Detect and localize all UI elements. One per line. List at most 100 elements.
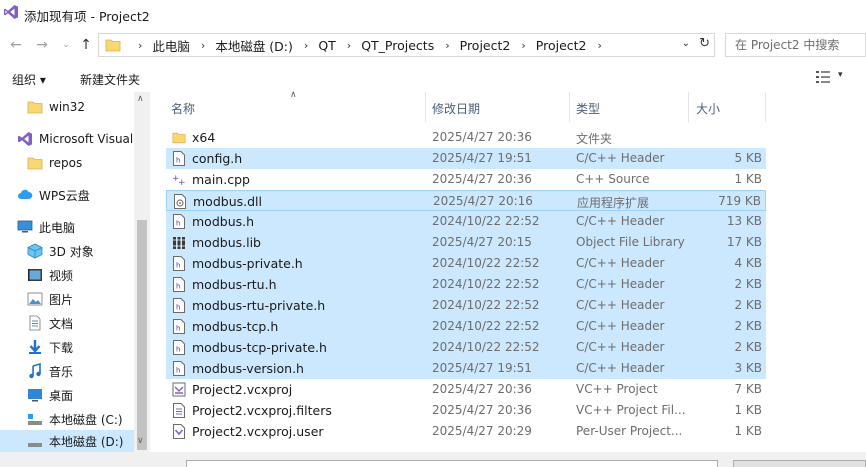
address-bar[interactable]: › 此电脑 › 本地磁盘 (D:) › QT › QT_Projects › P… — [98, 33, 715, 57]
breadcrumb-separator[interactable]: › — [201, 39, 205, 52]
forward-arrow-icon[interactable]: → — [34, 37, 50, 53]
sidebar-item-pictures[interactable]: 图片 — [27, 288, 73, 310]
file-row[interactable]: h config.h 2025/4/27 19:51 C/C++ Header … — [166, 148, 766, 169]
new-folder-button[interactable]: 新建文件夹 — [80, 71, 140, 88]
column-divider[interactable] — [688, 92, 689, 122]
file-row[interactable]: h modbus-rtu.h 2024/10/22 22:52 C/C++ He… — [166, 274, 766, 295]
sidebar-item-3d-objects[interactable]: 3D 对象 — [27, 240, 94, 262]
header-file-icon: h — [173, 277, 185, 292]
svg-text:h: h — [176, 325, 180, 333]
breadcrumb-separator[interactable]: › — [598, 39, 602, 52]
folder-icon — [27, 101, 43, 114]
sidebar-item-local-disk-d[interactable]: 本地磁盘 (D:) — [0, 430, 134, 452]
file-type-dropdown[interactable] — [733, 460, 866, 467]
column-header: ∧ 名称 修改日期 类型 大小 — [150, 90, 866, 122]
file-size: 1 KB — [734, 403, 762, 417]
file-row[interactable]: Project2.vcxproj 2025/4/27 20:36 VC++ Pr… — [166, 379, 766, 400]
sidebar-item-microsoft-visual[interactable]: Microsoft Visual — [17, 128, 133, 150]
breadcrumb-separator[interactable]: › — [445, 39, 449, 52]
scroll-up-icon[interactable]: ∧ — [137, 94, 144, 104]
file-row[interactable]: x64 2025/4/27 20:36 文件夹 — [166, 127, 766, 148]
sidebar-item-this-pc[interactable]: 此电脑 — [17, 216, 75, 238]
column-date[interactable]: 修改日期 — [432, 100, 480, 117]
column-divider[interactable] — [765, 92, 766, 122]
chevron-down-icon[interactable]: ▾ — [838, 70, 843, 80]
refresh-icon[interactable]: ↻ — [699, 36, 710, 51]
file-date: 2024/10/22 22:52 — [432, 256, 540, 270]
breadcrumb-project2-parent[interactable]: Project2 — [460, 38, 511, 53]
file-size: 1 KB — [734, 424, 762, 438]
sidebar-item-videos[interactable]: 视频 — [27, 264, 73, 286]
file-row[interactable]: modbus.dll 2025/4/27 20:16 应用程序扩展 719 KB — [166, 190, 766, 211]
scrollbar-thumb[interactable] — [137, 220, 147, 450]
search-box[interactable] — [725, 33, 866, 57]
dll-file-icon — [174, 194, 186, 209]
file-row[interactable]: h modbus-tcp.h 2024/10/22 22:52 C/C++ He… — [166, 316, 766, 337]
breadcrumb-separator[interactable]: › — [304, 39, 308, 52]
file-row[interactable]: h modbus-private.h 2024/10/22 22:52 C/C+… — [166, 253, 766, 274]
sidebar-item-local-disk-c[interactable]: 本地磁盘 (C:) — [27, 408, 123, 430]
column-name[interactable]: 名称 — [171, 100, 195, 117]
breadcrumb-separator[interactable]: › — [347, 39, 351, 52]
recent-dropdown-icon[interactable]: ⌄ — [58, 37, 74, 53]
sidebar-scrollbar[interactable]: ∧ ∨ — [134, 92, 150, 467]
up-arrow-icon[interactable]: ↑ — [78, 37, 94, 53]
file-name: modbus.dll — [193, 194, 262, 209]
breadcrumb-separator[interactable]: › — [521, 39, 525, 52]
file-row[interactable]: h modbus-rtu-private.h 2024/10/22 22:52 … — [166, 295, 766, 316]
breadcrumb-separator[interactable]: › — [138, 39, 142, 52]
lib-file-icon — [173, 237, 185, 249]
sidebar-item-win32[interactable]: win32 — [27, 96, 85, 118]
file-type: C/C++ Header — [576, 298, 665, 312]
sidebar-item-repos[interactable]: repos — [27, 152, 82, 174]
video-icon — [28, 269, 42, 281]
chevron-down-icon[interactable]: ⌄ — [682, 38, 690, 49]
file-row[interactable]: Project2.vcxproj.user 2025/4/27 20:29 Pe… — [166, 421, 766, 442]
file-name-field[interactable] — [186, 460, 718, 467]
breadcrumb-qt-projects[interactable]: QT_Projects — [361, 38, 434, 53]
file-size: 5 KB — [734, 151, 762, 165]
sidebar-item-music[interactable]: 音乐 — [27, 360, 73, 382]
column-type[interactable]: 类型 — [576, 100, 600, 117]
file-type: C/C++ Header — [576, 361, 665, 375]
sidebar-item-desktop[interactable]: 桌面 — [27, 384, 73, 406]
file-row[interactable]: + + main.cpp 2025/4/27 20:36 C++ Source 1… — [166, 169, 766, 190]
file-name: modbus.lib — [192, 235, 261, 250]
file-date: 2025/4/27 20:36 — [432, 130, 532, 144]
breadcrumb-local-disk-d[interactable]: 本地磁盘 (D:) — [215, 36, 293, 55]
user-file-icon — [173, 424, 185, 439]
cloud-icon — [18, 189, 33, 199]
view-options-icon[interactable] — [816, 71, 830, 83]
file-row[interactable]: h modbus-version.h 2025/4/27 19:51 C/C++… — [166, 358, 766, 379]
file-date: 2025/4/27 20:36 — [432, 403, 532, 417]
scroll-down-icon[interactable]: ∨ — [137, 436, 144, 446]
folder-icon — [172, 132, 186, 144]
breadcrumb-project2[interactable]: Project2 — [536, 38, 587, 53]
drive-icon — [28, 443, 42, 447]
file-row[interactable]: modbus.lib 2025/4/27 20:15 Object File L… — [166, 232, 766, 253]
file-size: 1 KB — [734, 172, 762, 186]
search-input[interactable] — [726, 34, 865, 56]
sidebar-item-wps-cloud[interactable]: WPS云盘 — [17, 184, 90, 206]
column-divider[interactable] — [425, 92, 426, 122]
file-row[interactable]: h modbus.h 2024/10/22 22:52 C/C++ Header… — [166, 211, 766, 232]
column-size[interactable]: 大小 — [696, 100, 720, 117]
back-arrow-icon[interactable]: ← — [8, 37, 24, 53]
file-date: 2025/4/27 20:29 — [432, 424, 532, 438]
dialog-footer — [0, 452, 866, 467]
file-row[interactable]: h modbus-tcp-private.h 2024/10/22 22:52 … — [166, 337, 766, 358]
column-divider[interactable] — [569, 92, 570, 122]
file-size: 7 KB — [734, 382, 762, 396]
sidebar-item-documents[interactable]: 文档 — [27, 312, 73, 334]
sidebar-item-downloads[interactable]: 下载 — [27, 336, 73, 358]
file-type: C/C++ Header — [576, 277, 665, 291]
file-row[interactable]: Project2.vcxproj.filters 2025/4/27 20:36… — [166, 400, 766, 421]
file-date: 2025/4/27 20:15 — [432, 235, 532, 249]
file-date: 2025/4/27 20:36 — [432, 382, 532, 396]
cpp-file-icon: ++ — [172, 174, 186, 187]
sidebar-item-label: 本地磁盘 (C:) — [49, 412, 123, 427]
svg-text:h: h — [176, 157, 180, 165]
breadcrumb-qt[interactable]: QT — [318, 38, 335, 53]
breadcrumb-this-pc[interactable]: 此电脑 — [152, 36, 190, 55]
organize-button[interactable]: 组织 ▾ — [12, 71, 46, 88]
